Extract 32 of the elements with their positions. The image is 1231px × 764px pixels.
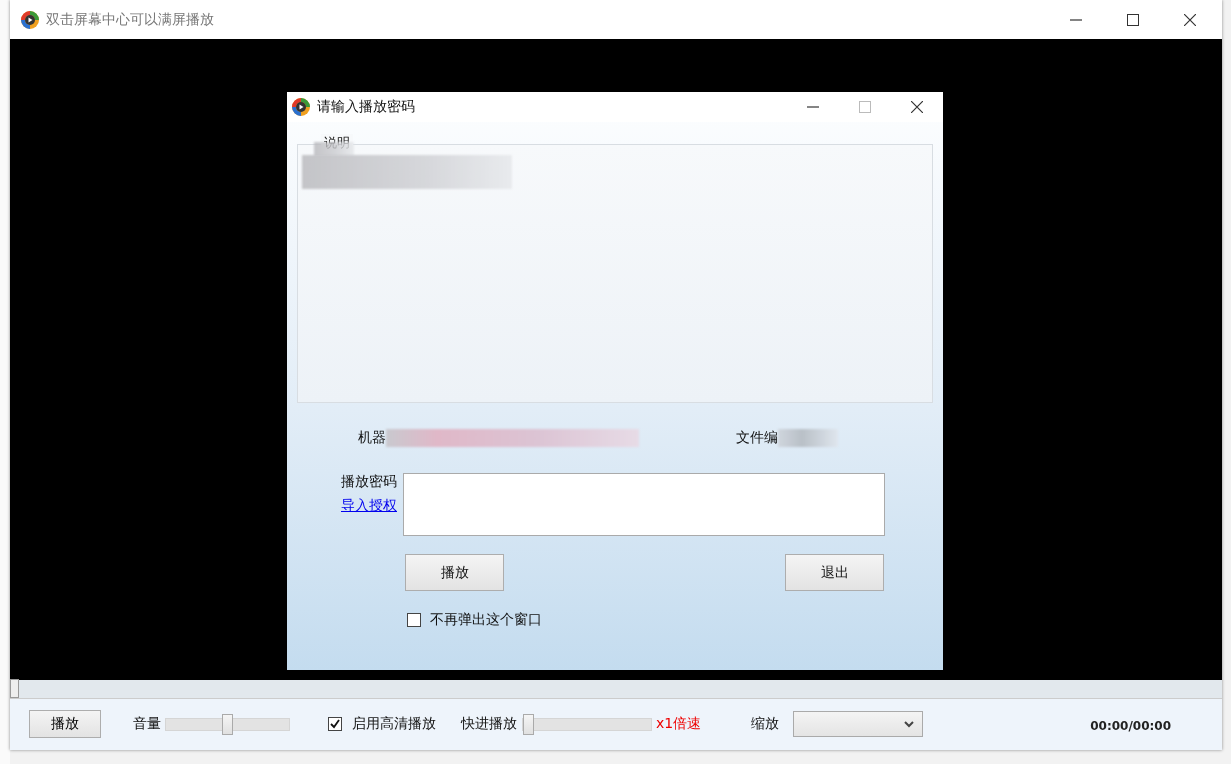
exit-button[interactable]: 退出 — [785, 554, 884, 591]
seek-thumb[interactable] — [10, 679, 19, 698]
video-area[interactable]: 请输入播放密码 说明 机器 文件编 播放密码 导入授权 播放 退出 不再弹出这个窗口 — [10, 39, 1222, 680]
window-title: 双击屏幕中心可以满屏播放 — [46, 10, 215, 29]
close-icon[interactable] — [911, 101, 923, 113]
checkbox[interactable] — [407, 613, 421, 627]
app-logo-icon — [291, 97, 311, 117]
hd-label: 启用高清播放 — [352, 715, 436, 733]
dialog-title: 请输入播放密码 — [317, 98, 416, 116]
time-display: 00:00/00:00 — [1090, 719, 1171, 733]
password-label: 播放密码 — [341, 473, 397, 491]
password-field[interactable] — [403, 473, 885, 536]
mosaic-blur — [778, 429, 838, 447]
slider-thumb[interactable] — [222, 713, 233, 735]
chevron-down-icon — [904, 720, 915, 728]
machine-code-label: 机器 — [358, 429, 386, 447]
zoom-label: 缩放 — [751, 715, 780, 733]
maximize-icon[interactable] — [1127, 13, 1139, 26]
seek-bar[interactable] — [10, 680, 1222, 699]
app-logo-icon — [20, 9, 40, 30]
slider-thumb[interactable] — [523, 713, 534, 735]
zoom-dropdown[interactable] — [793, 711, 924, 737]
checkbox-label: 不再弹出这个窗口 — [430, 611, 542, 629]
file-number-label: 文件编 — [736, 429, 778, 447]
import-license-link[interactable]: 导入授权 — [341, 497, 397, 515]
checkbox[interactable] — [328, 717, 342, 731]
play-button[interactable]: 播放 — [405, 554, 504, 591]
speed-reading: x1倍速 — [656, 715, 702, 733]
close-icon[interactable] — [1184, 13, 1196, 26]
play-button[interactable]: 播放 — [29, 710, 101, 738]
volume-label: 音量 — [133, 715, 161, 733]
fast-forward-label: 快进播放 — [461, 715, 517, 733]
